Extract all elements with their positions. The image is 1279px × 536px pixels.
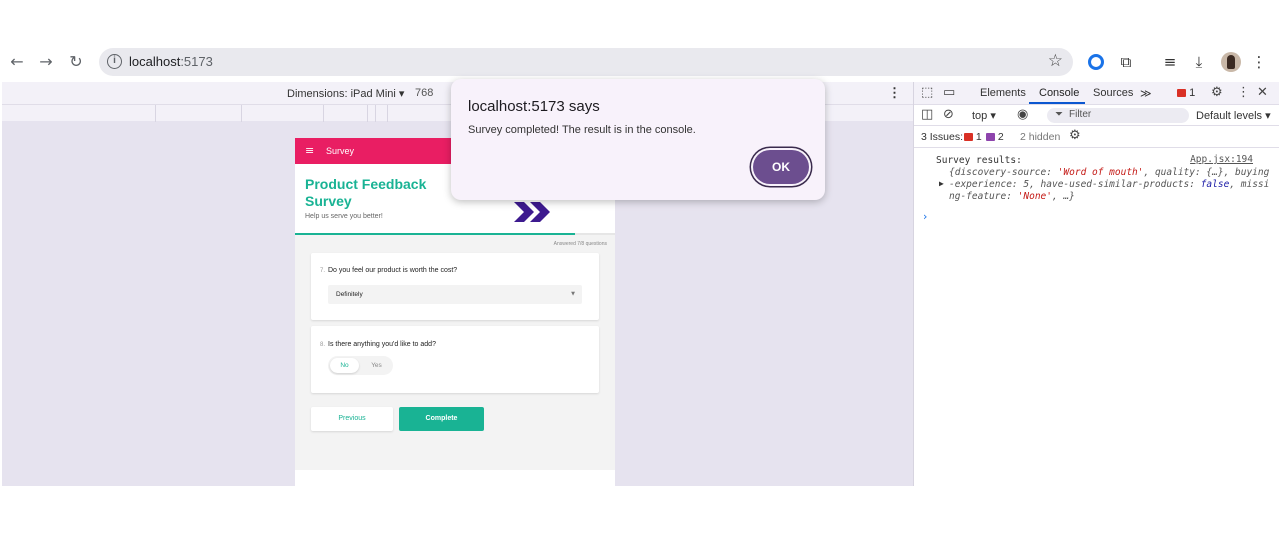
tab-console[interactable]: Console (1039, 87, 1079, 99)
close-icon[interactable]: ✕ (1257, 85, 1268, 100)
extension-icon[interactable] (1088, 54, 1104, 70)
device-toggle-icon[interactable]: ▭ (943, 85, 955, 100)
issues-settings-icon[interactable]: ⚙ (1069, 128, 1081, 143)
survey-footer (295, 470, 615, 486)
progress-text: Answered 7/8 questions (553, 241, 607, 247)
back-arrow-icon[interactable]: ← (7, 52, 27, 72)
puzzle-extensions-icon[interactable]: ⧉ (1116, 52, 1136, 72)
expand-triangle-icon[interactable]: ▶ (939, 179, 944, 188)
url-text[interactable]: localhost:5173 (129, 54, 213, 69)
hamburger-menu-icon[interactable]: ≡ (305, 144, 314, 157)
forward-arrow-icon[interactable]: → (36, 52, 56, 72)
live-expression-eye-icon[interactable]: ◉ (1017, 107, 1028, 122)
console-toolbar: ◫ ⊘ top ▾ ◉ ⏷ Filter Default levels ▾ (914, 104, 1279, 126)
question-number: 7. (320, 268, 326, 274)
question-title: Is there anything you'd like to add? (328, 341, 436, 348)
dialog-message: Survey completed! The result is in the c… (468, 124, 696, 136)
previous-button[interactable]: Previous (311, 407, 393, 431)
survey-description: Help us serve you better! (305, 213, 383, 220)
issues-errors-badge[interactable]: 1 (964, 131, 982, 143)
browser-toolbar: ← → ↻ i localhost:5173 ☆ ⧉ ≡ ⤓ ⋮ (0, 44, 1279, 80)
complete-button[interactable]: Complete (399, 407, 484, 431)
survey-header-title: Survey (326, 146, 355, 156)
question-number: 8. (320, 342, 326, 348)
tab-sources[interactable]: Sources (1093, 87, 1133, 99)
alert-dialog: localhost:5173 says Survey completed! Th… (451, 79, 825, 200)
device-width-input[interactable]: 768 (415, 87, 433, 99)
address-bar[interactable]: i localhost:5173 ☆ (99, 48, 1073, 76)
chevron-down-icon: ▼ (571, 291, 575, 297)
boolean-toggle[interactable]: No Yes (328, 356, 393, 375)
toggle-option-yes[interactable]: Yes (362, 358, 391, 373)
survey-logo-icon (514, 202, 550, 222)
clear-console-icon[interactable]: ⊘ (943, 107, 954, 122)
question-card-7: 7. Do you feel our product is worth the … (311, 253, 599, 320)
bookmark-star-icon[interactable]: ☆ (1048, 51, 1063, 71)
reading-list-icon[interactable]: ≡ (1160, 52, 1180, 72)
hidden-issues-label: 2 hidden (1020, 131, 1061, 143)
log-source-link[interactable]: App.jsx:194 (1190, 154, 1253, 165)
ok-button[interactable]: OK (753, 150, 809, 184)
avatar[interactable] (1221, 52, 1241, 72)
issues-bar: 3 Issues: 1 2 2 hidden ⚙ (914, 126, 1279, 148)
question-title: Do you feel our product is worth the cos… (328, 267, 458, 274)
console-prompt-icon[interactable]: › (923, 210, 927, 223)
dialog-title: localhost:5173 says (468, 98, 600, 115)
more-tabs-icon[interactable]: ≫ (1140, 87, 1152, 100)
device-dimensions-select[interactable]: Dimensions: iPad Mini ▾ (287, 87, 404, 100)
filter-icon: ⏷ (1055, 109, 1063, 120)
context-select[interactable]: top ▾ (972, 109, 996, 122)
settings-gear-icon[interactable]: ⚙ (1211, 85, 1223, 100)
filter-input[interactable]: ⏷ Filter (1047, 108, 1189, 123)
device-toolbar-menu-icon[interactable]: ⋮ (888, 85, 901, 101)
screen: ← → ↻ i localhost:5173 ☆ ⧉ ≡ ⤓ ⋮ Dimensi… (0, 0, 1279, 536)
devtools-panel: ⬚ ▭ Elements Console Sources ≫ 1 ⚙ ⋮ ✕ ◫… (913, 82, 1279, 486)
progress-bar (295, 233, 615, 235)
question-card-8: 8. Is there anything you'd like to add? … (311, 326, 599, 393)
log-object-line-3[interactable]: ng-feature: 'None', …} (949, 191, 1075, 202)
menu-kebab-icon[interactable]: ⋮ (1249, 52, 1269, 72)
devtools-tabbar: ⬚ ▭ Elements Console Sources ≫ 1 ⚙ ⋮ ✕ (914, 82, 1279, 104)
progress-bar-fill (295, 233, 575, 235)
devtools-menu-icon[interactable]: ⋮ (1237, 85, 1250, 100)
reload-icon[interactable]: ↻ (66, 52, 86, 72)
cost-dropdown[interactable]: Definitely ▼ (328, 285, 582, 304)
sidebar-toggle-icon[interactable]: ◫ (921, 107, 933, 122)
issues-label: 3 Issues: (921, 131, 964, 143)
error-badge[interactable]: 1 (1177, 87, 1195, 99)
log-object-line-2[interactable]: -experience: 5, have-used-similar-produc… (949, 179, 1269, 190)
download-icon[interactable]: ⤓ (1189, 52, 1209, 72)
site-info-icon[interactable]: i (107, 54, 122, 69)
filter-placeholder: Filter (1069, 109, 1092, 120)
toggle-option-no[interactable]: No (330, 358, 359, 373)
log-label: Survey results: (936, 155, 1022, 166)
survey-title: Product Feedback Survey (305, 176, 427, 209)
log-levels-select[interactable]: Default levels ▾ (1196, 109, 1271, 122)
log-object-line-1[interactable]: {discovery-source: 'Word of mouth', qual… (949, 167, 1269, 178)
issues-warnings-badge[interactable]: 2 (986, 131, 1004, 143)
tab-elements[interactable]: Elements (980, 87, 1026, 99)
inspect-element-icon[interactable]: ⬚ (921, 85, 933, 100)
dropdown-value: Definitely (336, 291, 363, 298)
